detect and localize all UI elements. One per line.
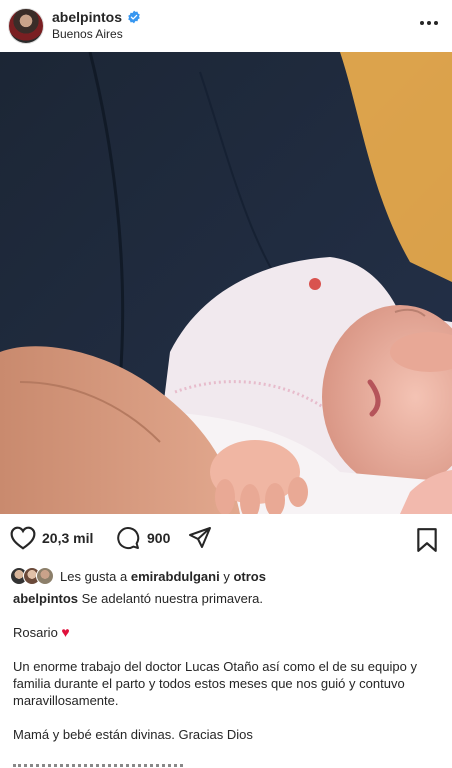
red-heart-emoji: ♥ <box>61 624 70 640</box>
location[interactable]: Buenos Aires <box>52 27 123 41</box>
action-bar: 20,3 mil 900 <box>0 522 452 558</box>
caption-line-1: Se adelantó nuestra primavera. <box>81 591 264 606</box>
truncated-line <box>13 762 193 768</box>
heart-icon[interactable] <box>10 526 36 550</box>
liker-avatar[interactable] <box>36 567 54 585</box>
avatar[interactable] <box>8 8 44 44</box>
like-button[interactable]: 20,3 mil <box>10 526 93 550</box>
likes-user[interactable]: emirabdulgani <box>131 569 220 584</box>
username[interactable]: abelpintos <box>52 9 122 25</box>
liker-avatars[interactable] <box>10 567 54 585</box>
more-options-icon[interactable] <box>418 12 440 34</box>
caption: abelpintos Se adelantó nuestra primavera… <box>13 590 441 760</box>
bookmark-icon[interactable] <box>416 527 438 553</box>
caption-line-4: Mamá y bebé están divinas. Gracias Dios <box>13 727 253 742</box>
comment-button[interactable]: 900 <box>115 526 170 550</box>
likes-others[interactable]: otros <box>233 569 266 584</box>
username-row: abelpintos <box>52 9 141 25</box>
like-count[interactable]: 20,3 mil <box>42 530 93 546</box>
share-icon[interactable] <box>187 526 213 550</box>
comment-icon[interactable] <box>115 526 141 550</box>
caption-line-3: Un enorme trabajo del doctor Lucas Otaño… <box>13 659 417 708</box>
comment-count[interactable]: 900 <box>147 530 170 546</box>
caption-line-2: Rosario <box>13 625 58 640</box>
caption-username[interactable]: abelpintos <box>13 591 78 606</box>
post-photo[interactable] <box>0 52 452 514</box>
likes-summary: Les gusta a emirabdulgani y otros <box>10 567 266 585</box>
post-header: abelpintos Buenos Aires <box>0 0 452 52</box>
verified-badge-icon <box>128 10 140 24</box>
likes-connector: y <box>223 568 230 584</box>
likes-prefix: Les gusta a <box>60 568 128 584</box>
newborn-photo <box>0 52 452 514</box>
